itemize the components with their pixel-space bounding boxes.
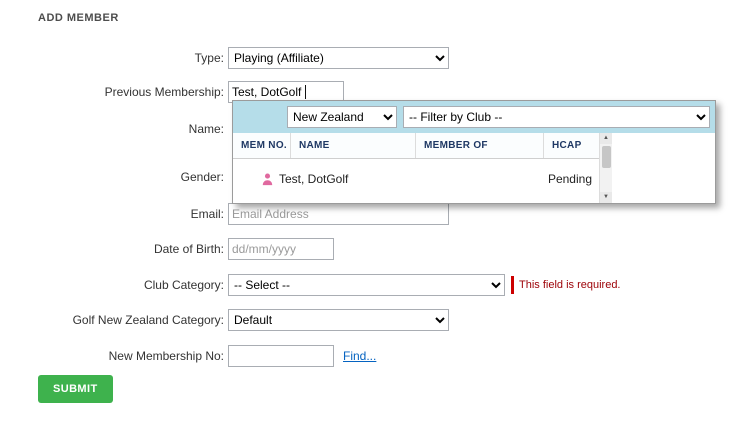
form-row-club-category: Club Category: -- Select -- This field i…: [0, 274, 621, 296]
new-membership-no-field[interactable]: [228, 345, 334, 367]
add-member-page: ADD MEMBER Type: Playing (Affiliate) Pre…: [0, 0, 753, 448]
col-header-member-of: MEMBER OF: [416, 133, 544, 158]
type-select[interactable]: Playing (Affiliate): [228, 47, 449, 69]
club-category-select[interactable]: -- Select --: [228, 274, 505, 296]
result-name: Test, DotGolf: [279, 172, 349, 186]
club-category-error: This field is required.: [519, 279, 621, 291]
gnz-category-select[interactable]: Default: [228, 309, 449, 331]
email-field[interactable]: [228, 203, 449, 225]
results-scrollbar[interactable]: ▲ ▼: [599, 133, 612, 203]
form-row-email: Email:: [0, 203, 449, 225]
name-label: Name:: [188, 122, 224, 136]
previous-membership-label: Previous Membership:: [104, 85, 224, 99]
popup-filter-bar: New Zealand -- Filter by Club --: [233, 101, 715, 133]
result-row[interactable]: Test, DotGolf Pending: [233, 159, 599, 199]
form-row-type: Type: Playing (Affiliate): [0, 47, 449, 69]
submit-button[interactable]: SUBMIT: [38, 375, 113, 403]
col-header-mem-no: MEM NO.: [233, 133, 291, 158]
form-row-gender: Gender:: [0, 166, 228, 188]
text-caret: [305, 85, 306, 99]
scroll-thumb[interactable]: [601, 146, 611, 168]
gnz-category-label: Golf New Zealand Category:: [72, 313, 224, 327]
results-header-row: MEM NO. NAME MEMBER OF HCAP: [233, 133, 599, 159]
email-label: Email:: [190, 207, 224, 221]
type-label: Type:: [194, 51, 224, 65]
scroll-up-arrow-icon[interactable]: ▲: [600, 133, 612, 144]
club-category-label: Club Category:: [143, 278, 224, 292]
country-filter-select[interactable]: New Zealand: [287, 106, 397, 128]
form-row-gnz-category: Golf New Zealand Category: Default: [0, 309, 449, 331]
search-results-table: MEM NO. NAME MEMBER OF HCAP Test, DotGol…: [233, 133, 715, 203]
new-membership-no-label: New Membership No:: [108, 349, 224, 363]
form-row-date-of-birth: Date of Birth:: [0, 238, 334, 260]
form-row-new-membership-no: New Membership No: Find...: [0, 345, 376, 367]
form-row-name: Name:: [0, 118, 228, 140]
person-icon: [261, 172, 274, 186]
club-filter-select[interactable]: -- Filter by Club --: [403, 106, 710, 128]
col-header-name: NAME: [291, 133, 416, 158]
page-title: ADD MEMBER: [38, 12, 119, 24]
result-hcap: Pending: [547, 172, 592, 186]
date-of-birth-label: Date of Birth:: [153, 242, 224, 256]
required-field-bar: [511, 276, 514, 294]
find-link[interactable]: Find...: [343, 349, 376, 363]
member-search-popup: New Zealand -- Filter by Club -- MEM NO.…: [232, 100, 716, 204]
scroll-down-arrow-icon[interactable]: ▼: [600, 192, 612, 203]
col-header-hcap: HCAP: [552, 140, 582, 151]
date-of-birth-field[interactable]: [228, 238, 334, 260]
gender-label: Gender:: [180, 170, 224, 184]
